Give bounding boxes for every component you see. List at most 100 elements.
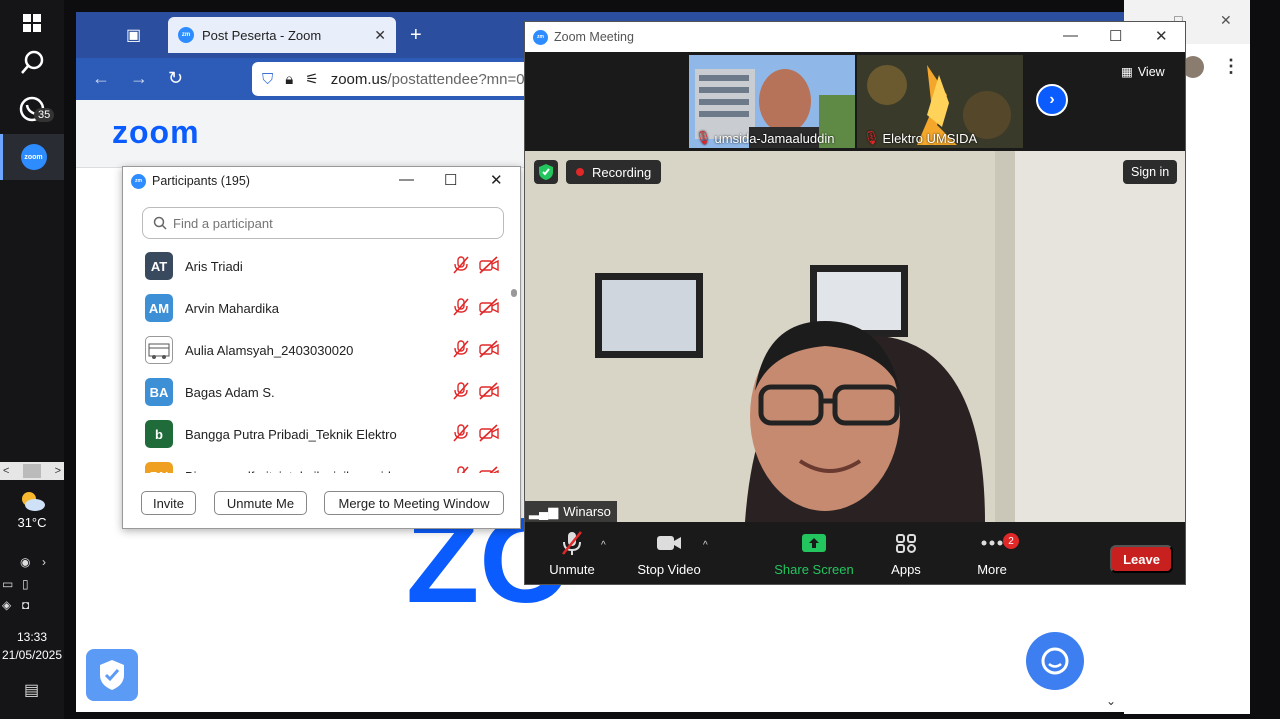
participant-name: Bima nur alfaritsi_teknik sipil_umsida [185, 469, 398, 474]
scroll-right-icon[interactable]: > [55, 465, 61, 477]
apps-button[interactable]: Apps [866, 530, 946, 577]
zoom-taskbar-button[interactable]: zoom [0, 134, 64, 180]
battery-icon[interactable]: ▯ [22, 577, 29, 591]
zoom-logo-icon: zm [533, 29, 548, 45]
participant-list: AT Aris Triadi AM Arvin Mahardika Aulia Alam… [123, 245, 511, 473]
network-icon[interactable]: ▭ [2, 577, 13, 591]
close-icon[interactable]: ✕ [1155, 27, 1168, 45]
minimize-icon[interactable]: — [1063, 27, 1078, 44]
maximize-icon[interactable]: ☐ [1109, 27, 1122, 45]
zoom-app-icon: zoom [20, 144, 47, 170]
camera-icon[interactable]: ◘ [22, 598, 29, 612]
close-window-icon[interactable]: ✕ [1220, 12, 1232, 29]
site-settings-icon[interactable]: ⚟ [305, 70, 318, 88]
participant-name: Bagas Adam S. [185, 384, 275, 400]
video-off-icon [479, 340, 499, 358]
speaker-icon[interactable]: ◈ [2, 598, 11, 612]
scroll-thumb[interactable] [23, 464, 41, 478]
zoom-meeting-window: zm Zoom Meeting — ☐ ✕ 🎙︎ umsida-Jamaalud… [524, 21, 1186, 585]
recording-indicator[interactable]: Recording [566, 160, 662, 184]
share-screen-button[interactable]: Share Screen [774, 530, 854, 577]
shield-check-icon [100, 660, 124, 690]
muted-mic-icon [453, 256, 469, 274]
minimize-icon[interactable]: — [399, 171, 414, 188]
stop-video-button[interactable]: Stop Video [629, 530, 709, 577]
scroll-left-icon[interactable]: < [3, 465, 9, 477]
list-item[interactable]: BA Bagas Adam S. [123, 371, 511, 413]
search-button[interactable] [0, 40, 64, 86]
participants-title: Participants (195) [152, 174, 250, 188]
speaker-name: Winarso [563, 504, 611, 519]
list-item[interactable]: AT Aris Triadi [123, 245, 511, 287]
thumb-label: 🎙︎ Elektro UMSIDA [863, 130, 977, 146]
tab-post-peserta[interactable]: zm Post Peserta - Zoom ✕ [168, 17, 396, 53]
record-icon[interactable]: ◉ [20, 555, 30, 569]
refresh-icon[interactable]: ↻ [168, 68, 183, 89]
list-item[interactable]: BN Bima nur alfaritsi_teknik sipil_umsida [123, 455, 511, 473]
muted-mic-icon [457, 466, 469, 473]
speaker-name-tag: ▂▄▆ Winarso [525, 501, 617, 522]
encryption-shield-icon[interactable] [534, 160, 558, 184]
address-bar[interactable]: ⛉ 🔒︎ ⚟ zoom.us/postattendee?mn=0 [252, 62, 552, 96]
maximize-icon[interactable]: ☐ [444, 171, 457, 189]
participant-name: umsida-Jamaaluddin [714, 130, 835, 146]
share-screen-icon [802, 534, 826, 552]
weather-widget[interactable]: 31°C [10, 490, 54, 530]
participant-name: Elektro UMSIDA [882, 130, 978, 146]
shield-icon[interactable]: ⛉ [262, 71, 273, 88]
chevron-up-icon[interactable]: ^ [601, 540, 606, 551]
avatar: BA [145, 378, 173, 406]
taskbar-clock[interactable]: 13:33 21/05/2025 [0, 628, 64, 664]
participant-search-input[interactable] [173, 215, 473, 231]
tab-title: Post Peserta - Zoom [202, 27, 322, 43]
video-tile-elektro-umsida[interactable]: 🎙︎ Elektro UMSIDA [857, 55, 1023, 148]
leave-button[interactable]: Leave [1110, 545, 1173, 573]
avatar: BN [145, 462, 173, 473]
zoom-logo[interactable]: zoom [112, 114, 200, 151]
participant-scrollbar[interactable] [511, 245, 517, 475]
list-item[interactable]: Aulia Alamsyah_2403030020 [123, 329, 511, 371]
back-icon[interactable]: ← [92, 68, 110, 89]
close-icon[interactable]: ✕ [374, 27, 386, 44]
video-off-icon [479, 382, 499, 400]
view-button[interactable]: ▦ View [1121, 64, 1165, 80]
security-shield-button[interactable] [86, 649, 138, 701]
notification-icon[interactable]: ▤ [24, 680, 39, 700]
participant-search[interactable] [142, 207, 504, 239]
tab-collections-icon[interactable]: ▣ [126, 25, 141, 45]
muted-mic-icon [453, 298, 469, 316]
more-button[interactable]: More [952, 530, 1032, 577]
unmute-me-button[interactable]: Unmute Me [214, 491, 307, 515]
merge-to-meeting-button[interactable]: Merge to Meeting Window [324, 491, 504, 515]
muted-mic-icon: 🎙︎ [863, 130, 880, 145]
thumb-label: 🎙︎ umsida-Jamaaluddin [695, 130, 834, 146]
chevron-right-icon[interactable]: › [42, 555, 46, 569]
participants-panel: zm Participants (195) — ☐ ✕ AT Aris Triad… [122, 166, 521, 529]
new-tab-icon[interactable]: + [410, 24, 422, 47]
participant-name: Aris Triadi [185, 258, 243, 274]
kebab-menu-icon[interactable]: ⋮ [1222, 56, 1240, 77]
invite-button[interactable]: Invite [141, 491, 196, 515]
participant-status-icons [453, 340, 499, 358]
view-label: View [1137, 64, 1165, 79]
participant-status-icons [453, 256, 499, 274]
video-tile-jamaaluddin[interactable]: 🎙︎ umsida-Jamaaluddin [689, 55, 855, 148]
participants-titlebar: zm Participants (195) [123, 167, 520, 195]
whatsapp-taskbar-button[interactable]: 35 [0, 86, 64, 132]
forward-icon[interactable]: → [130, 68, 148, 89]
avatar [145, 336, 173, 364]
close-icon[interactable]: ✕ [490, 171, 503, 189]
chevron-right-icon[interactable]: › [1036, 84, 1068, 116]
meeting-toolbar: Unmute ^ Stop Video ^ Share Screen Apps … [525, 522, 1185, 584]
taskbar-scrollbar[interactable]: < > [0, 462, 64, 480]
lock-icon[interactable]: 🔒︎ [285, 71, 293, 88]
list-item[interactable]: b Bangga Putra Pribadi_Teknik Elektro [123, 413, 511, 455]
video-off-icon [479, 256, 499, 274]
unmute-button[interactable]: Unmute [532, 530, 612, 577]
chat-support-button[interactable] [1026, 632, 1084, 690]
scroll-down-icon[interactable]: ⌄ [1106, 694, 1116, 708]
video-off-icon [479, 466, 499, 473]
sign-in-button[interactable]: Sign in [1123, 160, 1178, 184]
chevron-up-icon[interactable]: ^ [703, 540, 708, 551]
list-item[interactable]: AM Arvin Mahardika [123, 287, 511, 329]
